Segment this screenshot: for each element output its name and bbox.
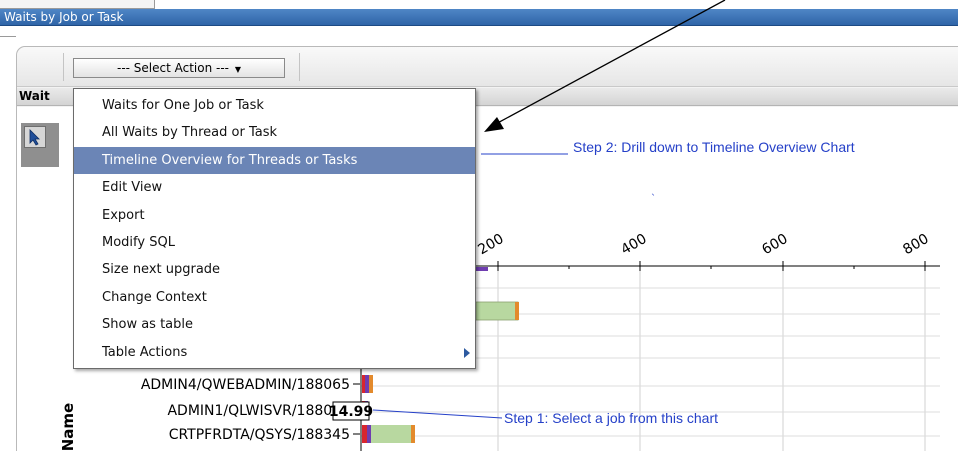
submenu-arrow-icon — [464, 347, 470, 358]
bar-segment — [411, 425, 415, 443]
menu-item-label: Modify SQL — [102, 235, 175, 250]
menu-item-label: Waits for One Job or Task — [102, 98, 264, 113]
menu-item-label: Size next upgrade — [102, 262, 221, 278]
category-label: CRTPFRDTA/QSYS/188345 — [169, 427, 350, 443]
x-tick-label: 200 — [475, 231, 506, 258]
menu-item-show-as-table[interactable]: Show as table — [74, 311, 475, 338]
bar-segment — [362, 425, 367, 443]
bar-segment — [365, 375, 369, 393]
bar-segment — [371, 425, 411, 443]
menu-item-modify-sql[interactable]: Modify SQL — [74, 229, 475, 256]
bar-segment — [369, 375, 373, 393]
menu-item-label: Timeline Overview for Threads or Tasks — [102, 152, 358, 168]
bar-segment — [362, 375, 365, 393]
x-tick-label: 800 — [900, 231, 931, 258]
menu-item-edit-view[interactable]: Edit View — [74, 174, 475, 201]
menu-item-label: Show as table — [102, 317, 194, 333]
y-axis-title: Name — [59, 403, 77, 451]
menu-item-change-context[interactable]: Change Context — [74, 284, 475, 311]
menu-item-export[interactable]: Export — [74, 202, 475, 229]
category-label: ADMIN4/QWEBADMIN/188065 — [141, 377, 350, 393]
menu-item-label: Export — [102, 207, 145, 223]
bar-segment — [476, 267, 488, 271]
chart-dot: ˎ — [651, 185, 656, 196]
x-tick-label: 400 — [618, 231, 649, 258]
menu-item-label: Change Context — [102, 289, 207, 305]
menu-item-waits-for-one-job-or-task[interactable]: Waits for One Job or Task — [74, 92, 475, 119]
menu-item-label: All Waits by Thread or Task — [102, 125, 278, 141]
tooltip-value: 14.99 — [329, 404, 373, 420]
menu-item-size-next-upgrade[interactable]: Size next upgrade — [74, 256, 475, 283]
menu-item-timeline-overview-for-threads-or-tasks[interactable]: Timeline Overview for Threads or Tasks — [74, 146, 475, 174]
bar-segment — [475, 301, 519, 321]
bar-segment — [367, 425, 371, 443]
menu-item-label: Edit View — [102, 180, 163, 196]
x-tick-label: 600 — [759, 231, 790, 258]
menu-item-all-waits-by-thread-or-task[interactable]: All Waits by Thread or Task — [74, 119, 475, 146]
bar-segment — [515, 302, 519, 320]
select-action-menu: Waits for One Job or Task All Waits by Th… — [73, 88, 476, 369]
category-label: ADMIN1/QLWISVR/188066 — [167, 403, 350, 419]
menu-item-table-actions[interactable]: Table Actions — [74, 339, 475, 366]
menu-item-label: Table Actions — [102, 344, 188, 360]
